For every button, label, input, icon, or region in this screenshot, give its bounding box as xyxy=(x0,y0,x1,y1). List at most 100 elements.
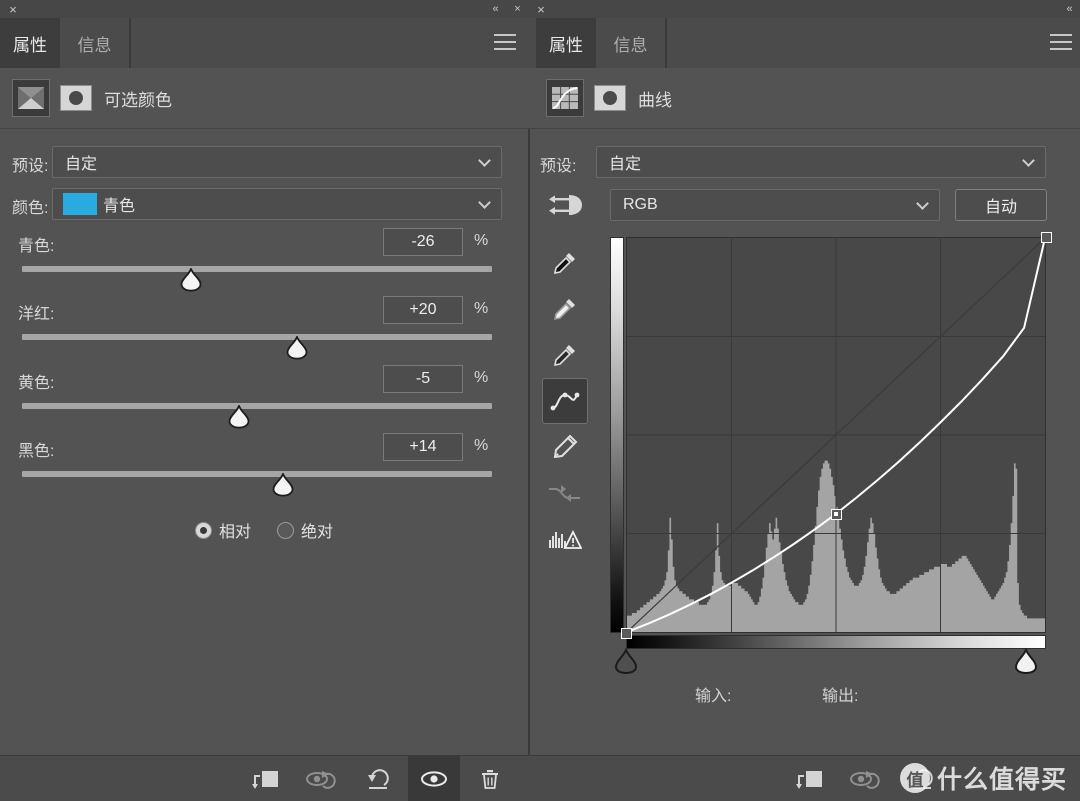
right-preset-label: 预设: xyxy=(540,158,577,175)
left-tab-filler xyxy=(130,18,528,68)
white-point-eyedropper-icon[interactable] xyxy=(542,332,588,378)
slider-label: 青色: xyxy=(18,238,55,255)
left-adjustment-title: 可选颜色 xyxy=(104,90,172,110)
left-preset-label: 预设: xyxy=(12,158,49,175)
photoshop-properties-panels: × « × 属性 信息 可选颜色 预设: 自定 颜色: 青色 青色: -26 %… xyxy=(0,0,1080,801)
radio-absolute-indicator xyxy=(277,521,294,539)
chevron-down-icon xyxy=(480,198,490,208)
left-preset-select[interactable]: 自定 xyxy=(52,146,502,178)
reset-icon[interactable] xyxy=(896,756,948,801)
slider-label: 洋红: xyxy=(18,306,55,323)
view-previous-state-icon[interactable] xyxy=(840,756,892,801)
output-label: 输出: xyxy=(822,688,859,705)
clip-to-layer-icon[interactable] xyxy=(784,756,836,801)
channel-select[interactable]: RGB xyxy=(610,189,940,221)
gray-point-eyedropper-icon[interactable] xyxy=(542,286,588,332)
radio-relative-indicator xyxy=(194,521,212,539)
clip-to-layer-icon[interactable] xyxy=(240,756,292,801)
curves-plot xyxy=(627,238,1045,632)
slider-unit: % xyxy=(474,232,489,249)
layer-mask-thumbnail[interactable] xyxy=(594,85,626,111)
selective-color-icon[interactable] xyxy=(12,79,50,117)
right-panel-title-strip: × « xyxy=(528,0,1080,18)
radio-absolute-label: 绝对 xyxy=(301,524,334,541)
radio-relative-label: 相对 xyxy=(218,524,251,541)
input-gradient-bar xyxy=(626,635,1046,649)
slider-value-input[interactable]: -26 xyxy=(383,228,463,256)
left-preset-value: 自定 xyxy=(65,156,98,173)
slider-track[interactable] xyxy=(22,266,492,272)
slider-value-input[interactable]: +20 xyxy=(383,296,463,324)
radio-absolute[interactable]: 绝对 xyxy=(277,518,333,542)
black-point-slider[interactable] xyxy=(611,647,641,675)
toggle-visibility-icon[interactable] xyxy=(408,756,460,801)
white-point-slider[interactable] xyxy=(1011,647,1041,675)
tab-properties[interactable]: 属性 xyxy=(0,18,60,68)
channel-value: RGB xyxy=(623,196,658,213)
panel-menu-icon[interactable] xyxy=(494,34,516,50)
histogram-warning-icon[interactable] xyxy=(542,516,588,562)
slider-unit: % xyxy=(474,369,489,386)
slider-thumb[interactable] xyxy=(178,266,204,292)
left-color-label: 颜色: xyxy=(12,200,49,217)
delete-icon[interactable] xyxy=(464,756,516,801)
slider-value-input[interactable]: -5 xyxy=(383,365,463,393)
left-adjustment-header: 可选颜色 xyxy=(0,68,528,129)
left-color-select[interactable]: 青色 xyxy=(52,188,502,220)
slider-unit: % xyxy=(474,437,489,454)
input-output-row: 输入: 输出: xyxy=(610,682,1046,708)
left-color-value: 青色 xyxy=(103,198,136,215)
left-bottom-toolbar xyxy=(0,755,528,801)
view-previous-state-icon[interactable] xyxy=(296,756,348,801)
close-icon[interactable]: × xyxy=(530,0,552,18)
slider-thumb[interactable] xyxy=(226,403,252,429)
input-label: 输入: xyxy=(695,688,732,705)
layer-mask-thumbnail[interactable] xyxy=(60,85,92,111)
right-adjustment-header: 曲线 xyxy=(528,68,1080,129)
reset-icon[interactable] xyxy=(352,756,404,801)
curves-icon[interactable] xyxy=(546,79,584,117)
slider-track[interactable] xyxy=(22,334,492,340)
close-icon-secondary[interactable]: × xyxy=(506,0,528,18)
chevron-down-icon xyxy=(918,199,928,209)
slider-thumb[interactable] xyxy=(270,471,296,497)
slider-label: 黑色: xyxy=(18,443,55,460)
curve-control-point[interactable] xyxy=(1040,231,1052,243)
chevron-down-icon xyxy=(1024,156,1034,166)
left-properties-panel: × « × 属性 信息 可选颜色 预设: 自定 颜色: 青色 青色: -26 %… xyxy=(0,0,528,801)
right-preset-value: 自定 xyxy=(609,156,642,173)
slider-unit: % xyxy=(474,300,489,317)
curve-point-tool-icon[interactable] xyxy=(542,378,588,424)
right-bottom-toolbar xyxy=(528,755,1080,801)
panel-menu-icon[interactable] xyxy=(1050,34,1072,50)
auto-button[interactable]: 自动 xyxy=(955,189,1047,221)
curve-control-point[interactable] xyxy=(830,508,842,520)
curves-graph-area xyxy=(610,231,1052,649)
right-tab-filler xyxy=(666,18,1080,68)
collapse-icon[interactable]: « xyxy=(1058,0,1080,18)
collapse-icon[interactable]: « xyxy=(484,0,506,18)
right-adjustment-title: 曲线 xyxy=(638,90,672,110)
color-swatch xyxy=(63,193,97,215)
left-panel-title-strip: × « × xyxy=(0,0,528,18)
tab-info[interactable]: 信息 xyxy=(60,18,130,68)
smooth-curve-tool-icon[interactable] xyxy=(542,470,588,516)
method-radio-group: 相对 绝对 xyxy=(0,515,528,545)
slider-thumb[interactable] xyxy=(284,334,310,360)
curve-control-point[interactable] xyxy=(620,627,632,639)
slider-track[interactable] xyxy=(22,403,492,409)
chevron-down-icon xyxy=(480,156,490,166)
pencil-draw-tool-icon[interactable] xyxy=(542,424,588,470)
black-point-eyedropper-icon[interactable] xyxy=(542,240,588,286)
slider-value-input[interactable]: +14 xyxy=(383,433,463,461)
close-icon[interactable]: × xyxy=(2,0,24,18)
tab-info[interactable]: 信息 xyxy=(596,18,666,68)
curves-tool-column xyxy=(542,240,590,562)
slider-label: 黄色: xyxy=(18,375,55,392)
curves-graph[interactable] xyxy=(626,237,1046,633)
radio-relative[interactable]: 相对 xyxy=(194,518,251,542)
target-adjustment-tool-icon[interactable] xyxy=(542,190,588,220)
slider-track[interactable] xyxy=(22,471,492,477)
right-preset-select[interactable]: 自定 xyxy=(596,146,1046,178)
tab-properties[interactable]: 属性 xyxy=(536,18,596,68)
